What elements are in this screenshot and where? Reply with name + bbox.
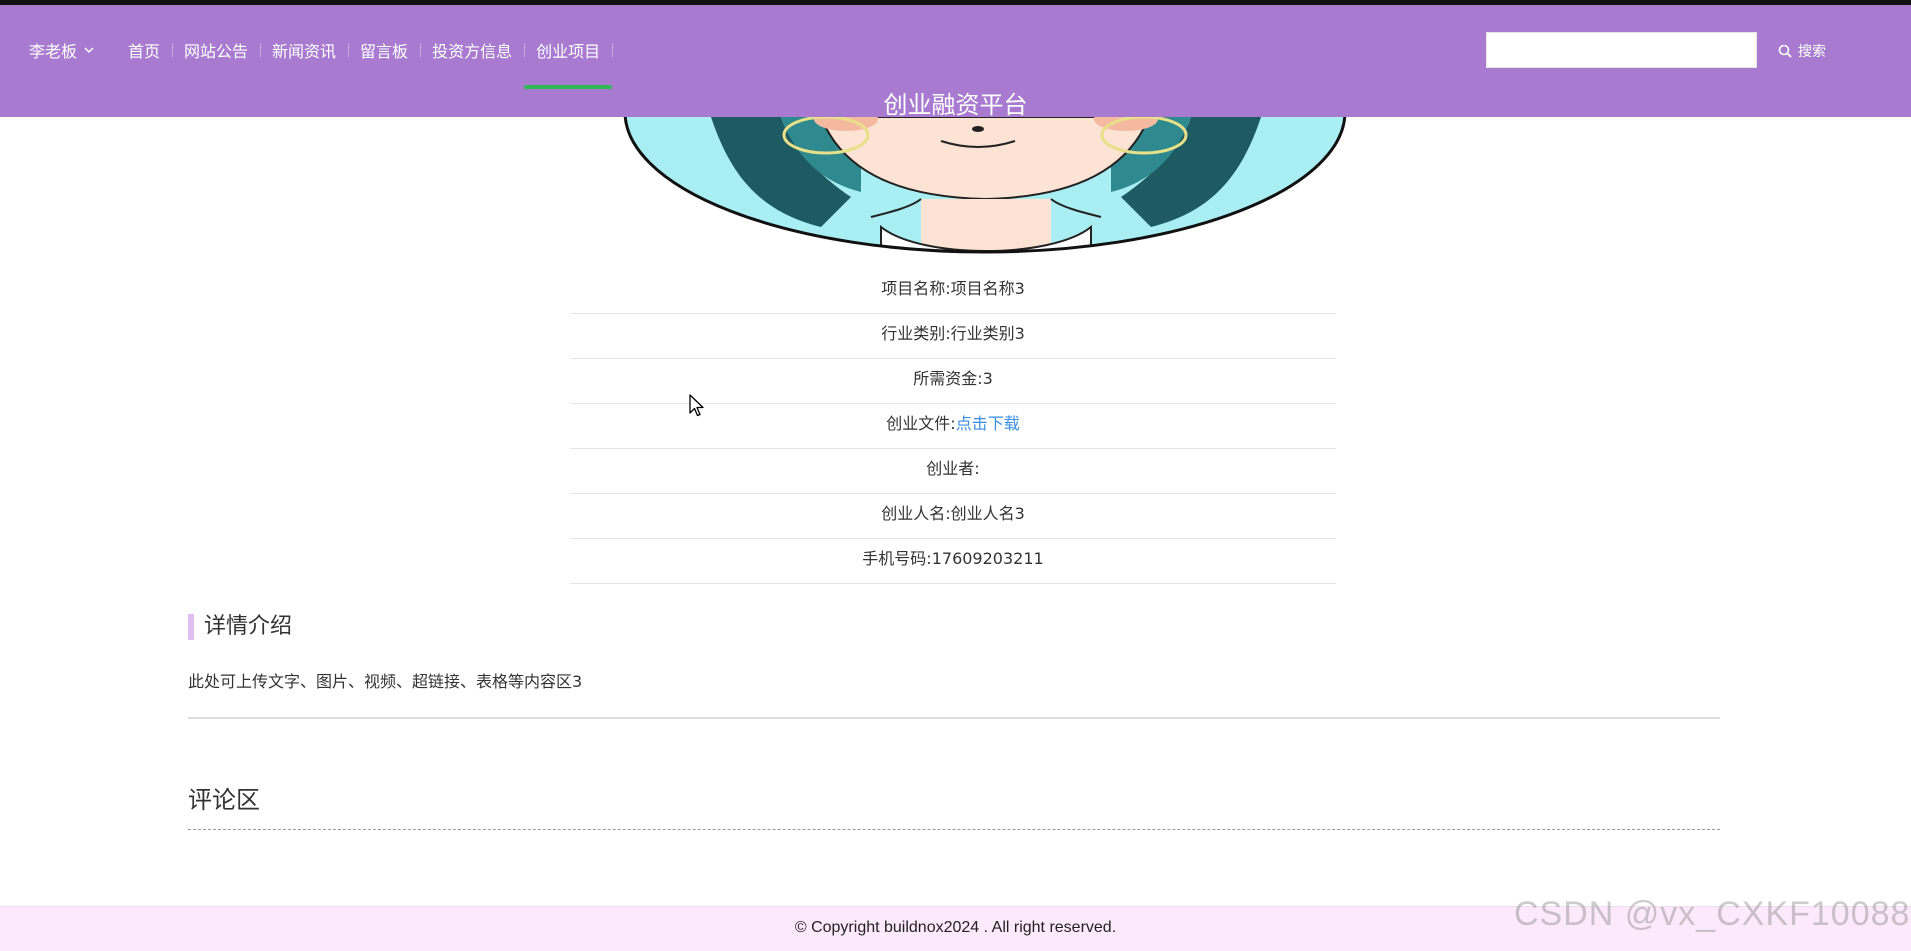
nav-investors[interactable]: 投资方信息 <box>420 29 524 89</box>
watermark: CSDN @vx_CXKF10088 <box>1514 895 1911 933</box>
info-row-industry: 行业类别:行业类别3 <box>570 314 1336 359</box>
detail-section-title: 详情介绍 <box>188 614 292 640</box>
download-link[interactable]: 点击下载 <box>956 414 1020 433</box>
search-button[interactable]: 搜索 <box>1778 41 1826 61</box>
nav-divider <box>612 43 614 57</box>
info-row-founder: 创业者: <box>570 449 1336 494</box>
nav-message-board[interactable]: 留言板 <box>348 29 420 89</box>
user-name: 李老板 <box>29 42 78 61</box>
search-icon <box>1778 44 1792 58</box>
detail-text: 此处可上传文字、图片、视频、超链接、表格等内容区3 <box>188 672 583 691</box>
project-info: 项目名称:项目名称3 行业类别:行业类别3 所需资金:3 创业文件:点击下载 创… <box>570 269 1336 584</box>
site-header: 李老板 首页 网站公告 新闻资讯 留言板 投资方信息 创业项目 搜索 创业融资平… <box>0 5 1911 119</box>
info-row-founder-name: 创业人名:创业人名3 <box>570 494 1336 539</box>
nav-startup-projects[interactable]: 创业项目 <box>524 29 613 89</box>
info-row-project-name: 项目名称:项目名称3 <box>570 269 1336 314</box>
project-image <box>621 117 1349 259</box>
avatar-illustration <box>623 117 1347 254</box>
main-nav: 首页 网站公告 新闻资讯 留言板 投资方信息 创业项目 <box>116 29 614 89</box>
info-row-startup-file: 创业文件:点击下载 <box>570 404 1336 449</box>
nav-news[interactable]: 新闻资讯 <box>260 29 348 89</box>
mouse-cursor-icon <box>689 394 704 417</box>
search-input[interactable] <box>1486 32 1757 68</box>
chevron-down-icon <box>84 47 94 54</box>
user-menu[interactable]: 李老板 <box>29 38 95 62</box>
comments-section-title: 评论区 <box>188 786 260 814</box>
nav-home[interactable]: 首页 <box>116 29 172 89</box>
search-button-label: 搜索 <box>1798 44 1826 60</box>
nav-announcements[interactable]: 网站公告 <box>172 29 260 89</box>
info-row-funding: 所需资金:3 <box>570 359 1336 404</box>
section-divider <box>188 717 1720 719</box>
comments-divider <box>188 829 1720 830</box>
info-row-phone: 手机号码:17609203211 <box>570 539 1336 584</box>
